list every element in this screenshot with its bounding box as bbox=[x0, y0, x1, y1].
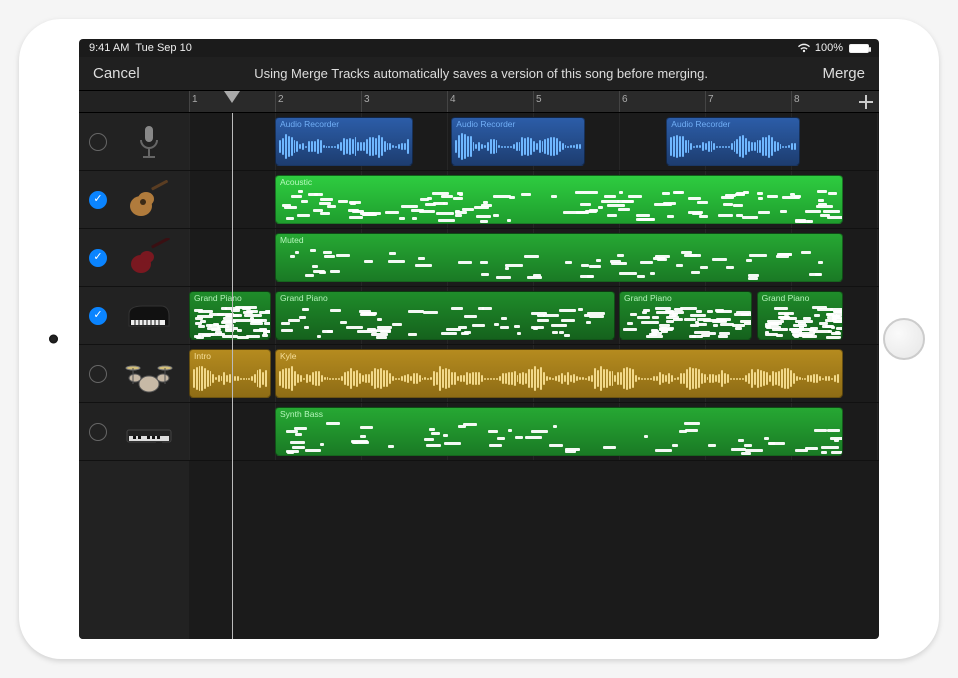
microphone-icon bbox=[119, 121, 179, 163]
track-select-bass[interactable] bbox=[89, 249, 107, 267]
track-header-voice[interactable] bbox=[79, 113, 189, 171]
track-lane-voice[interactable]: Audio Recorder Audio Recorder Audio Record… bbox=[189, 113, 879, 171]
track-lane-keys[interactable]: Synth Bass bbox=[189, 403, 879, 461]
track-header-acoustic[interactable] bbox=[79, 171, 189, 229]
track-select-voice[interactable] bbox=[89, 133, 107, 151]
bar-label: 4 bbox=[450, 94, 456, 105]
plus-icon bbox=[859, 95, 873, 109]
add-track-button[interactable] bbox=[853, 91, 879, 112]
region-label: Audio Recorder bbox=[671, 119, 730, 129]
region-label: Grand Piano bbox=[194, 293, 242, 303]
front-camera bbox=[49, 335, 58, 344]
region-label: Grand Piano bbox=[280, 293, 328, 303]
region-bass-0[interactable]: Muted bbox=[275, 233, 843, 282]
track-header-column bbox=[79, 113, 189, 639]
ruler-sidebar-blank bbox=[79, 91, 189, 112]
track-lane-area[interactable]: Audio Recorder Audio Recorder Audio Record… bbox=[189, 113, 879, 461]
region-label: Grand Piano bbox=[624, 293, 672, 303]
status-time: 9:41 AM bbox=[89, 42, 129, 54]
bar-label: 7 bbox=[708, 94, 714, 105]
drum-kit-icon bbox=[119, 353, 179, 395]
track-header-bass[interactable] bbox=[79, 229, 189, 287]
home-button[interactable] bbox=[883, 318, 925, 360]
track-select-keys[interactable] bbox=[89, 423, 107, 441]
track-select-acoustic[interactable] bbox=[89, 191, 107, 209]
acoustic-guitar-icon bbox=[119, 179, 179, 221]
region-label: Audio Recorder bbox=[456, 119, 515, 129]
bar-label: 8 bbox=[794, 94, 800, 105]
status-date: Tue Sep 10 bbox=[135, 42, 191, 54]
timeline-ruler-row: 1 2 3 4 5 6 7 8 bbox=[79, 91, 879, 113]
track-lane-bass[interactable]: Muted bbox=[189, 229, 879, 287]
bar-label: 2 bbox=[278, 94, 284, 105]
region-label: Acoustic bbox=[280, 177, 312, 187]
merge-toolbar: Cancel Using Merge Tracks automatically … bbox=[79, 57, 879, 91]
region-piano-3[interactable]: Grand Piano bbox=[757, 291, 843, 340]
merge-message: Using Merge Tracks automatically saves a… bbox=[140, 66, 823, 81]
playhead[interactable] bbox=[224, 91, 240, 103]
region-label: Synth Bass bbox=[280, 409, 323, 419]
track-lane-piano[interactable]: Grand Piano Grand Piano Grand Piano Grand P… bbox=[189, 287, 879, 345]
track-header-drums[interactable] bbox=[79, 345, 189, 403]
region-drums-1[interactable]: Kyle bbox=[275, 349, 843, 398]
region-acoustic-0[interactable]: Acoustic bbox=[275, 175, 843, 224]
track-header-piano[interactable] bbox=[79, 287, 189, 345]
region-piano-2[interactable]: Grand Piano bbox=[619, 291, 752, 340]
region-voice-1[interactable]: Audio Recorder bbox=[451, 117, 584, 166]
track-lane-drums[interactable]: Intro Kyle bbox=[189, 345, 879, 403]
track-select-drums[interactable] bbox=[89, 365, 107, 383]
status-bar: 9:41 AM Tue Sep 10 100% bbox=[79, 39, 879, 57]
track-select-piano[interactable] bbox=[89, 307, 107, 325]
region-drums-0[interactable]: Intro bbox=[189, 349, 271, 398]
region-label: Kyle bbox=[280, 351, 297, 361]
region-label: Muted bbox=[280, 235, 304, 245]
region-keys-0[interactable]: Synth Bass bbox=[275, 407, 843, 456]
keyboard-icon bbox=[119, 411, 179, 453]
app-screen: 9:41 AM Tue Sep 10 100% Cancel Using Mer… bbox=[79, 39, 879, 639]
region-label: Audio Recorder bbox=[280, 119, 339, 129]
workspace: Audio Recorder Audio Recorder Audio Record… bbox=[79, 113, 879, 639]
bar-label: 6 bbox=[622, 94, 628, 105]
bar-label: 3 bbox=[364, 94, 370, 105]
region-label: Grand Piano bbox=[762, 293, 810, 303]
region-voice-0[interactable]: Audio Recorder bbox=[275, 117, 413, 166]
track-lane-acoustic[interactable]: Acoustic bbox=[189, 171, 879, 229]
bass-guitar-icon bbox=[119, 237, 179, 279]
ipad-device-frame: 9:41 AM Tue Sep 10 100% Cancel Using Mer… bbox=[19, 19, 939, 659]
battery-icon bbox=[847, 44, 869, 53]
battery-percent: 100% bbox=[815, 42, 843, 54]
grand-piano-icon bbox=[119, 295, 179, 337]
region-label: Intro bbox=[194, 351, 211, 361]
region-piano-1[interactable]: Grand Piano bbox=[275, 291, 615, 340]
track-header-keys[interactable] bbox=[79, 403, 189, 461]
region-piano-0[interactable]: Grand Piano bbox=[189, 291, 271, 340]
cancel-button[interactable]: Cancel bbox=[93, 65, 140, 82]
bar-label: 1 bbox=[192, 94, 198, 105]
timeline-ruler[interactable]: 1 2 3 4 5 6 7 8 bbox=[189, 91, 853, 112]
merge-button[interactable]: Merge bbox=[822, 65, 865, 82]
bar-label: 5 bbox=[536, 94, 542, 105]
region-voice-2[interactable]: Audio Recorder bbox=[666, 117, 799, 166]
wifi-icon bbox=[797, 43, 811, 53]
